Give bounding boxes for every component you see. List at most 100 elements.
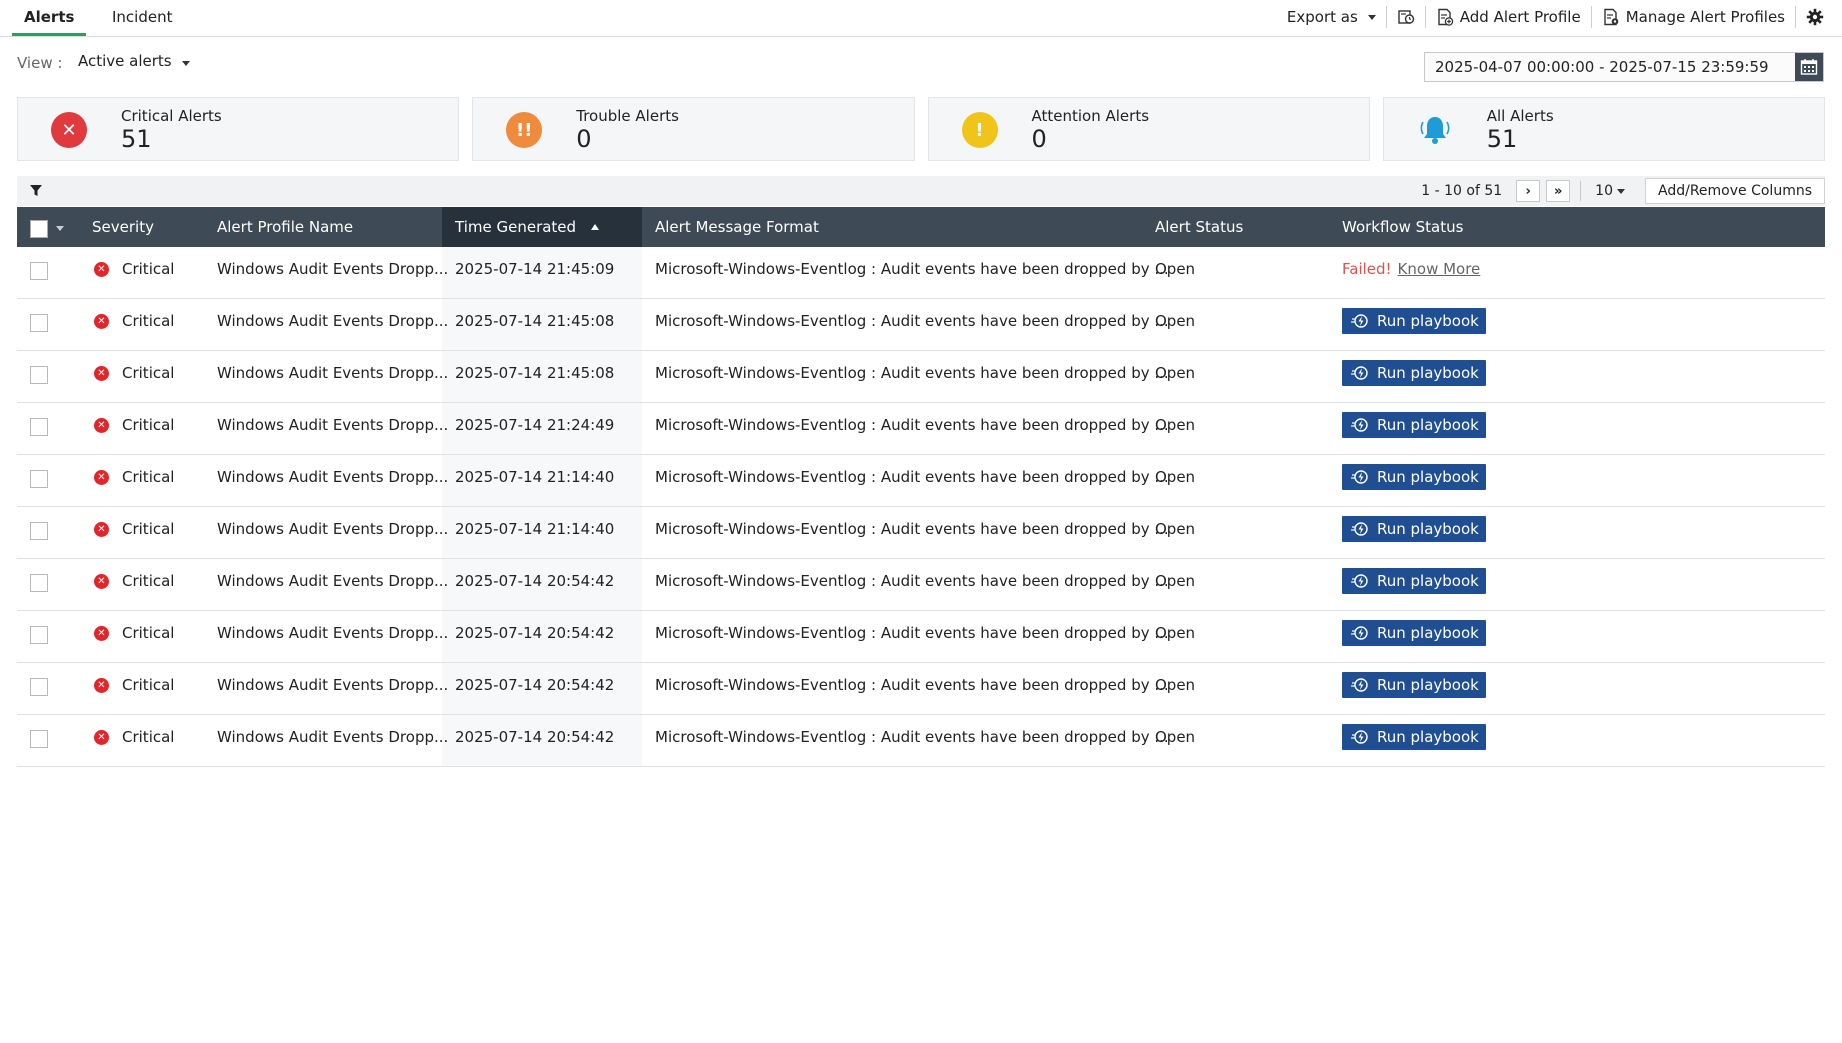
page-size-select[interactable]: 10 xyxy=(1589,183,1631,199)
alert-status-cell: Open xyxy=(1155,728,1196,746)
alert-profile-cell[interactable]: Windows Audit Events Dropp... xyxy=(217,364,448,382)
run-playbook-button[interactable]: Run playbook xyxy=(1342,360,1486,386)
run-playbook-label: Run playbook xyxy=(1377,676,1479,694)
alert-message-cell[interactable]: Microsoft-Windows-Eventlog : Audit event… xyxy=(655,468,1169,486)
table-row[interactable]: ✕ Critical Windows Audit Events Dropp... 20… xyxy=(17,351,1825,403)
alert-message-cell[interactable]: Microsoft-Windows-Eventlog : Audit event… xyxy=(655,520,1169,538)
run-playbook-label: Run playbook xyxy=(1377,364,1479,382)
chevron-down-icon xyxy=(181,60,190,66)
alert-profile-cell[interactable]: Windows Audit Events Dropp... xyxy=(217,676,448,694)
alert-profile-cell[interactable]: Windows Audit Events Dropp... xyxy=(217,520,448,538)
chevron-right-icon: › xyxy=(1525,183,1531,199)
row-checkbox[interactable] xyxy=(30,574,48,592)
row-checkbox[interactable] xyxy=(30,366,48,384)
row-checkbox[interactable] xyxy=(30,470,48,488)
table-row[interactable]: ✕ Critical Windows Audit Events Dropp... 20… xyxy=(17,455,1825,507)
alert-message-cell[interactable]: Microsoft-Windows-Eventlog : Audit event… xyxy=(655,728,1169,746)
time-generated-cell: 2025-07-14 21:45:08 xyxy=(455,312,615,330)
severity-cell: Critical xyxy=(122,312,175,330)
filter-icon[interactable] xyxy=(30,185,42,197)
manage-alert-profiles-button[interactable]: Manage Alert Profiles xyxy=(1590,6,1795,28)
attention-exclamation-icon: ! xyxy=(961,112,998,148)
alert-profile-cell[interactable]: Windows Audit Events Dropp... xyxy=(217,260,448,278)
card-title: Attention Alerts xyxy=(1031,107,1150,125)
column-alert-status[interactable]: Alert Status xyxy=(1155,207,1243,247)
table-row[interactable]: ✕ Critical Windows Audit Events Dropp... 20… xyxy=(17,299,1825,351)
add-alert-profile-label: Add Alert Profile xyxy=(1459,8,1581,26)
know-more-link[interactable]: Know More xyxy=(1398,260,1481,278)
table-row[interactable]: ✕ Critical Windows Audit Events Dropp... 20… xyxy=(17,663,1825,715)
time-generated-cell: 2025-07-14 21:24:49 xyxy=(455,416,615,434)
calendar-icon xyxy=(1800,59,1818,75)
column-alert-profile-name[interactable]: Alert Profile Name xyxy=(217,207,353,247)
tab-incident[interactable]: Incident xyxy=(100,0,184,36)
table-row[interactable]: ✕ Critical Windows Audit Events Dropp... 20… xyxy=(17,507,1825,559)
last-page-button[interactable]: » xyxy=(1546,180,1571,202)
settings-button[interactable] xyxy=(1795,6,1834,28)
row-checkbox[interactable] xyxy=(30,626,48,644)
playbook-bolt-icon xyxy=(1351,626,1368,640)
alert-message-cell[interactable]: Microsoft-Windows-Eventlog : Audit event… xyxy=(655,676,1169,694)
run-playbook-button[interactable]: Run playbook xyxy=(1342,672,1486,698)
alert-message-cell[interactable]: Microsoft-Windows-Eventlog : Audit event… xyxy=(655,260,1169,278)
next-page-button[interactable]: › xyxy=(1516,180,1541,202)
add-remove-columns-button[interactable]: Add/Remove Columns xyxy=(1645,178,1825,204)
alert-profile-cell[interactable]: Windows Audit Events Dropp... xyxy=(217,468,448,486)
table-row[interactable]: ✕ Critical Windows Audit Events Dropp... 20… xyxy=(17,715,1825,767)
alert-message-cell[interactable]: Microsoft-Windows-Eventlog : Audit event… xyxy=(655,312,1169,330)
critical-alerts-card[interactable]: ✕ Critical Alerts 51 xyxy=(17,97,460,161)
column-workflow-status[interactable]: Workflow Status xyxy=(1342,207,1463,247)
column-severity[interactable]: Severity xyxy=(92,207,154,247)
row-checkbox[interactable] xyxy=(30,678,48,696)
run-playbook-button[interactable]: Run playbook xyxy=(1342,568,1486,594)
row-checkbox[interactable] xyxy=(30,262,48,280)
run-playbook-button[interactable]: Run playbook xyxy=(1342,516,1486,542)
time-generated-cell: 2025-07-14 21:14:40 xyxy=(455,468,615,486)
calendar-button[interactable] xyxy=(1795,53,1823,81)
run-playbook-button[interactable]: Run playbook xyxy=(1342,412,1486,438)
card-count: 51 xyxy=(1486,125,1518,153)
run-playbook-button[interactable]: Run playbook xyxy=(1342,724,1486,750)
all-alerts-card[interactable]: All Alerts 51 xyxy=(1382,97,1825,161)
alert-status-cell: Open xyxy=(1155,312,1196,330)
table-row[interactable]: ✕ Critical Windows Audit Events Dropp... 20… xyxy=(17,611,1825,663)
schedule-report-button[interactable] xyxy=(1385,6,1425,28)
alert-profile-cell[interactable]: Windows Audit Events Dropp... xyxy=(217,416,448,434)
view-select[interactable]: Active alerts xyxy=(78,52,190,70)
row-checkbox[interactable] xyxy=(30,522,48,540)
add-alert-profile-button[interactable]: Add Alert Profile xyxy=(1424,6,1591,28)
alert-profile-cell[interactable]: Windows Audit Events Dropp... xyxy=(217,728,448,746)
run-playbook-label: Run playbook xyxy=(1377,572,1479,590)
severity-cell: Critical xyxy=(122,416,175,434)
trouble-alerts-card[interactable]: !! Trouble Alerts 0 xyxy=(472,97,915,161)
schedule-report-icon xyxy=(1398,10,1414,24)
export-as-button[interactable]: Export as xyxy=(1277,6,1386,28)
date-range-picker[interactable]: 2025-04-07 00:00:00 - 2025-07-15 23:59:5… xyxy=(1424,52,1824,82)
alert-profile-cell[interactable]: Windows Audit Events Dropp... xyxy=(217,624,448,642)
run-playbook-button[interactable]: Run playbook xyxy=(1342,464,1486,490)
run-playbook-button[interactable]: Run playbook xyxy=(1342,308,1486,334)
alert-message-cell[interactable]: Microsoft-Windows-Eventlog : Audit event… xyxy=(655,572,1169,590)
tab-alerts[interactable]: Alerts xyxy=(12,0,87,36)
alert-profile-cell[interactable]: Windows Audit Events Dropp... xyxy=(217,312,448,330)
column-alert-message-format[interactable]: Alert Message Format xyxy=(655,207,819,247)
table-row[interactable]: ✕ Critical Windows Audit Events Dropp... 20… xyxy=(17,559,1825,611)
chevron-down-icon[interactable] xyxy=(56,226,64,231)
column-time-generated[interactable]: Time Generated xyxy=(442,207,642,247)
alert-message-cell[interactable]: Microsoft-Windows-Eventlog : Audit event… xyxy=(655,364,1169,382)
row-checkbox[interactable] xyxy=(30,418,48,436)
page-size-value: 10 xyxy=(1595,183,1613,199)
alert-message-cell[interactable]: Microsoft-Windows-Eventlog : Audit event… xyxy=(655,624,1169,642)
row-checkbox[interactable] xyxy=(30,730,48,748)
attention-alerts-card[interactable]: ! Attention Alerts 0 xyxy=(927,97,1370,161)
manage-alert-profiles-label: Manage Alert Profiles xyxy=(1625,8,1785,26)
date-range-value[interactable]: 2025-04-07 00:00:00 - 2025-07-15 23:59:5… xyxy=(1425,53,1795,81)
select-all-checkbox[interactable] xyxy=(30,220,48,238)
table-row[interactable]: ✕ Critical Windows Audit Events Dropp... 20… xyxy=(17,247,1825,299)
alert-profile-cell[interactable]: Windows Audit Events Dropp... xyxy=(217,572,448,590)
alert-message-cell[interactable]: Microsoft-Windows-Eventlog : Audit event… xyxy=(655,416,1169,434)
sort-ascending-icon xyxy=(590,224,599,230)
row-checkbox[interactable] xyxy=(30,314,48,332)
table-row[interactable]: ✕ Critical Windows Audit Events Dropp... 20… xyxy=(17,403,1825,455)
run-playbook-button[interactable]: Run playbook xyxy=(1342,620,1486,646)
